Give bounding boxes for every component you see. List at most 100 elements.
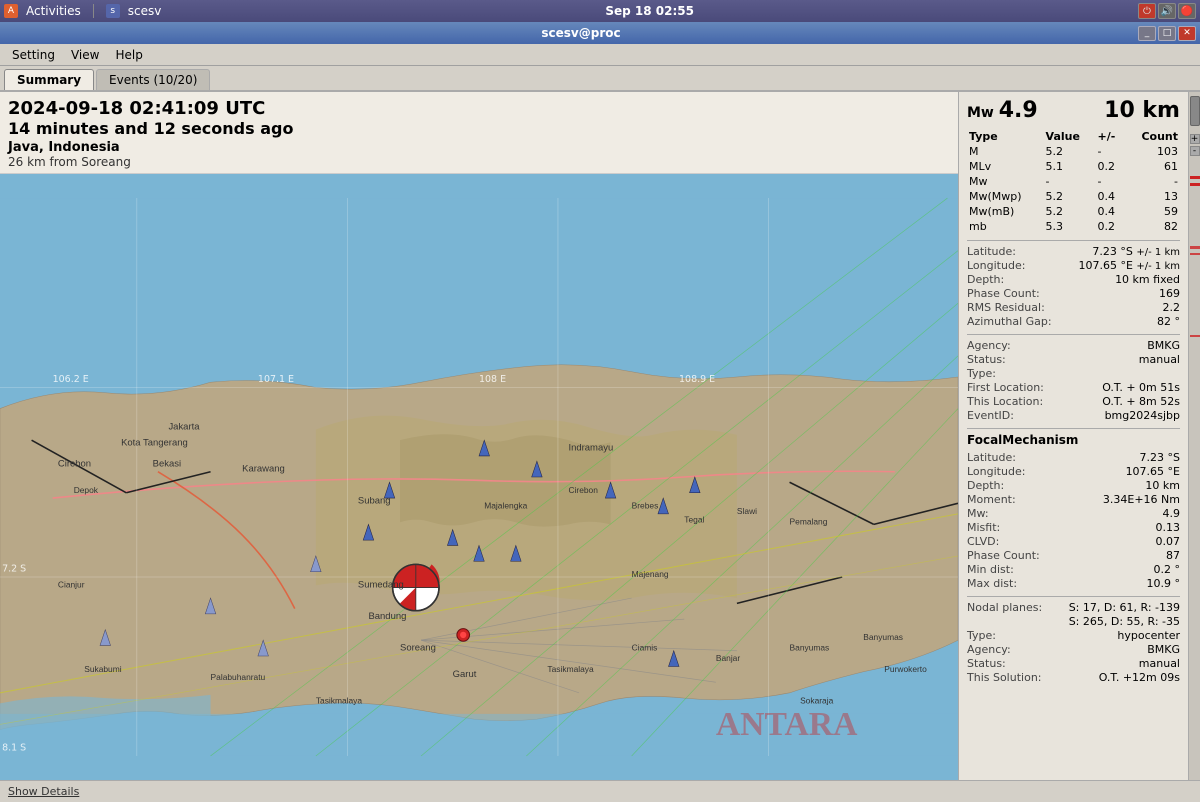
rms-row: RMS Residual: 2.2 — [967, 301, 1180, 314]
fm-clvd-label: CLVD: — [967, 535, 1047, 548]
phase-count-label: Phase Count: — [967, 287, 1047, 300]
table-row: MLv5.10.261 — [967, 159, 1180, 174]
win-minimize-btn[interactable]: _ — [1138, 26, 1156, 41]
fm-status-row: Status: manual — [967, 657, 1180, 670]
event-marker-strip — [1190, 176, 1200, 179]
status-row: Status: manual — [967, 353, 1180, 366]
svg-text:108.9 E: 108.9 E — [679, 374, 715, 385]
divider-4 — [967, 596, 1180, 597]
svg-text:Tasikmalaya: Tasikmalaya — [547, 664, 594, 674]
agency-label: Agency: — [967, 339, 1047, 352]
nodal-planes-row-2: S: 265, D: 55, R: -35 — [967, 615, 1180, 628]
tab-bar: Summary Events (10/20) — [0, 66, 1200, 92]
activities-label[interactable]: Activities — [26, 4, 81, 18]
table-row: Mw(mB)5.20.459 — [967, 204, 1180, 219]
taskbar-icon: A — [4, 4, 18, 18]
azimuthal-row: Azimuthal Gap: 82 ° — [967, 315, 1180, 328]
svg-text:108 E: 108 E — [479, 374, 506, 385]
longitude-label: Longitude: — [967, 259, 1047, 272]
tab-summary[interactable]: Summary — [4, 69, 94, 90]
svg-text:Sumedang: Sumedang — [358, 580, 404, 591]
rms-value: 2.2 — [1163, 301, 1181, 314]
svg-text:Kota Tangerang: Kota Tangerang — [121, 437, 188, 448]
fm-latitude-row: Latitude: 7.23 °S — [967, 451, 1180, 464]
magnitude-header: Mw 4.9 10 km — [967, 98, 1180, 123]
event-id-label: EventID: — [967, 409, 1047, 422]
longitude-row: Longitude: 107.65 °E +/- 1 km — [967, 259, 1180, 272]
tb-minimize[interactable]: 🔴 — [1178, 3, 1196, 19]
fm-min-dist-value: 0.2 ° — [1154, 563, 1181, 576]
status-value: manual — [1139, 353, 1180, 366]
svg-text:Banyumas: Banyumas — [790, 643, 830, 653]
menu-view[interactable]: View — [63, 46, 107, 64]
svg-text:ANTARA: ANTARA — [716, 706, 858, 743]
svg-text:Cianjur: Cianjur — [58, 580, 85, 590]
divider-1 — [967, 240, 1180, 241]
fm-type-value: hypocenter — [1117, 629, 1180, 642]
svg-text:Karawang: Karawang — [242, 464, 285, 475]
fm-longitude-value: 107.65 °E — [1126, 465, 1180, 478]
window-title-bar: scesv@proc _ □ ✕ — [0, 22, 1200, 44]
phase-count-value: 169 — [1159, 287, 1180, 300]
menu-help[interactable]: Help — [107, 46, 150, 64]
azimuthal-label: Azimuthal Gap: — [967, 315, 1052, 328]
nodal-planes-label: Nodal planes: — [967, 601, 1047, 614]
taskbar-datetime: Sep 18 02:55 — [605, 4, 694, 18]
magnitude-display: Mw 4.9 — [967, 98, 1038, 123]
svg-text:Garut: Garut — [453, 669, 477, 680]
fm-longitude-label: Longitude: — [967, 465, 1047, 478]
col-pm: +/- — [1096, 129, 1126, 144]
fm-min-dist-label: Min dist: — [967, 563, 1047, 576]
left-panel: 2024-09-18 02:41:09 UTC 14 minutes and 1… — [0, 92, 958, 780]
bottom-bar: Show Details — [0, 780, 1200, 802]
app-label[interactable]: scesv — [128, 4, 162, 18]
fm-this-solution-row: This Solution: O.T. +12m 09s — [967, 671, 1180, 684]
this-location-row: This Location: O.T. + 8m 52s — [967, 395, 1180, 408]
col-type: Type — [967, 129, 1044, 144]
tb-power[interactable]: ⏻ — [1138, 3, 1156, 19]
latitude-row: Latitude: 7.23 °S +/- 1 km — [967, 245, 1180, 258]
fm-agency-row: Agency: BMKG — [967, 643, 1180, 656]
fm-clvd-row: CLVD: 0.07 — [967, 535, 1180, 548]
fm-this-solution-value: O.T. +12m 09s — [1099, 671, 1180, 684]
event-marker-strip-3 — [1190, 246, 1200, 249]
azimuthal-value: 82 ° — [1157, 315, 1180, 328]
show-details-label[interactable]: Show Details — [8, 785, 79, 798]
svg-text:8.1 S: 8.1 S — [2, 743, 26, 754]
table-row: M5.2-103 — [967, 144, 1180, 159]
depth-value: 10 km fixed — [1115, 273, 1180, 286]
type-label: Type: — [967, 367, 1047, 380]
win-close-btn[interactable]: ✕ — [1178, 26, 1196, 41]
map-container[interactable]: 106.2 E 107.1 E 108 E 108.9 E 7.2 S 8.1 … — [0, 174, 958, 780]
right-panel: Mw 4.9 10 km Type Value +/- Count M5.2-1… — [958, 92, 1188, 780]
svg-text:Brebes: Brebes — [632, 501, 659, 511]
main-content: 2024-09-18 02:41:09 UTC 14 minutes and 1… — [0, 92, 1200, 780]
svg-text:Soreang: Soreang — [400, 643, 436, 654]
scroll-strip[interactable]: + - — [1188, 92, 1200, 780]
zoom-out-btn[interactable]: - — [1190, 146, 1200, 156]
zoom-in-btn[interactable]: + — [1190, 134, 1200, 144]
fm-moment-row: Moment: 3.34E+16 Nm — [967, 493, 1180, 506]
win-maximize-btn[interactable]: □ — [1158, 26, 1176, 41]
svg-text:Bekasi: Bekasi — [153, 458, 181, 469]
agency-row: Agency: BMKG — [967, 339, 1180, 352]
event-info-header: 2024-09-18 02:41:09 UTC 14 minutes and 1… — [0, 92, 958, 174]
fm-latitude-value: 7.23 °S — [1140, 451, 1180, 464]
tab-events[interactable]: Events (10/20) — [96, 69, 210, 90]
tb-volume[interactable]: 🔊 — [1158, 3, 1176, 19]
mag-value: 4.9 — [999, 98, 1038, 123]
svg-text:Banjar: Banjar — [716, 653, 741, 663]
menu-setting[interactable]: Setting — [4, 46, 63, 64]
scroll-thumb[interactable] — [1190, 96, 1200, 126]
mag-label: Mw — [967, 105, 999, 121]
col-count: Count — [1125, 129, 1180, 144]
event-marker-strip-2 — [1190, 183, 1200, 186]
fm-this-solution-label: This Solution: — [967, 671, 1047, 684]
svg-text:Bandung: Bandung — [368, 611, 406, 622]
svg-text:Banyumas: Banyumas — [863, 632, 903, 642]
this-location-value: O.T. + 8m 52s — [1102, 395, 1180, 408]
svg-text:106.2 E: 106.2 E — [53, 374, 89, 385]
svg-text:Cirebon: Cirebon — [568, 485, 598, 495]
event-marker-strip-4 — [1190, 253, 1200, 255]
svg-text:Sukabumi: Sukabumi — [84, 664, 122, 674]
